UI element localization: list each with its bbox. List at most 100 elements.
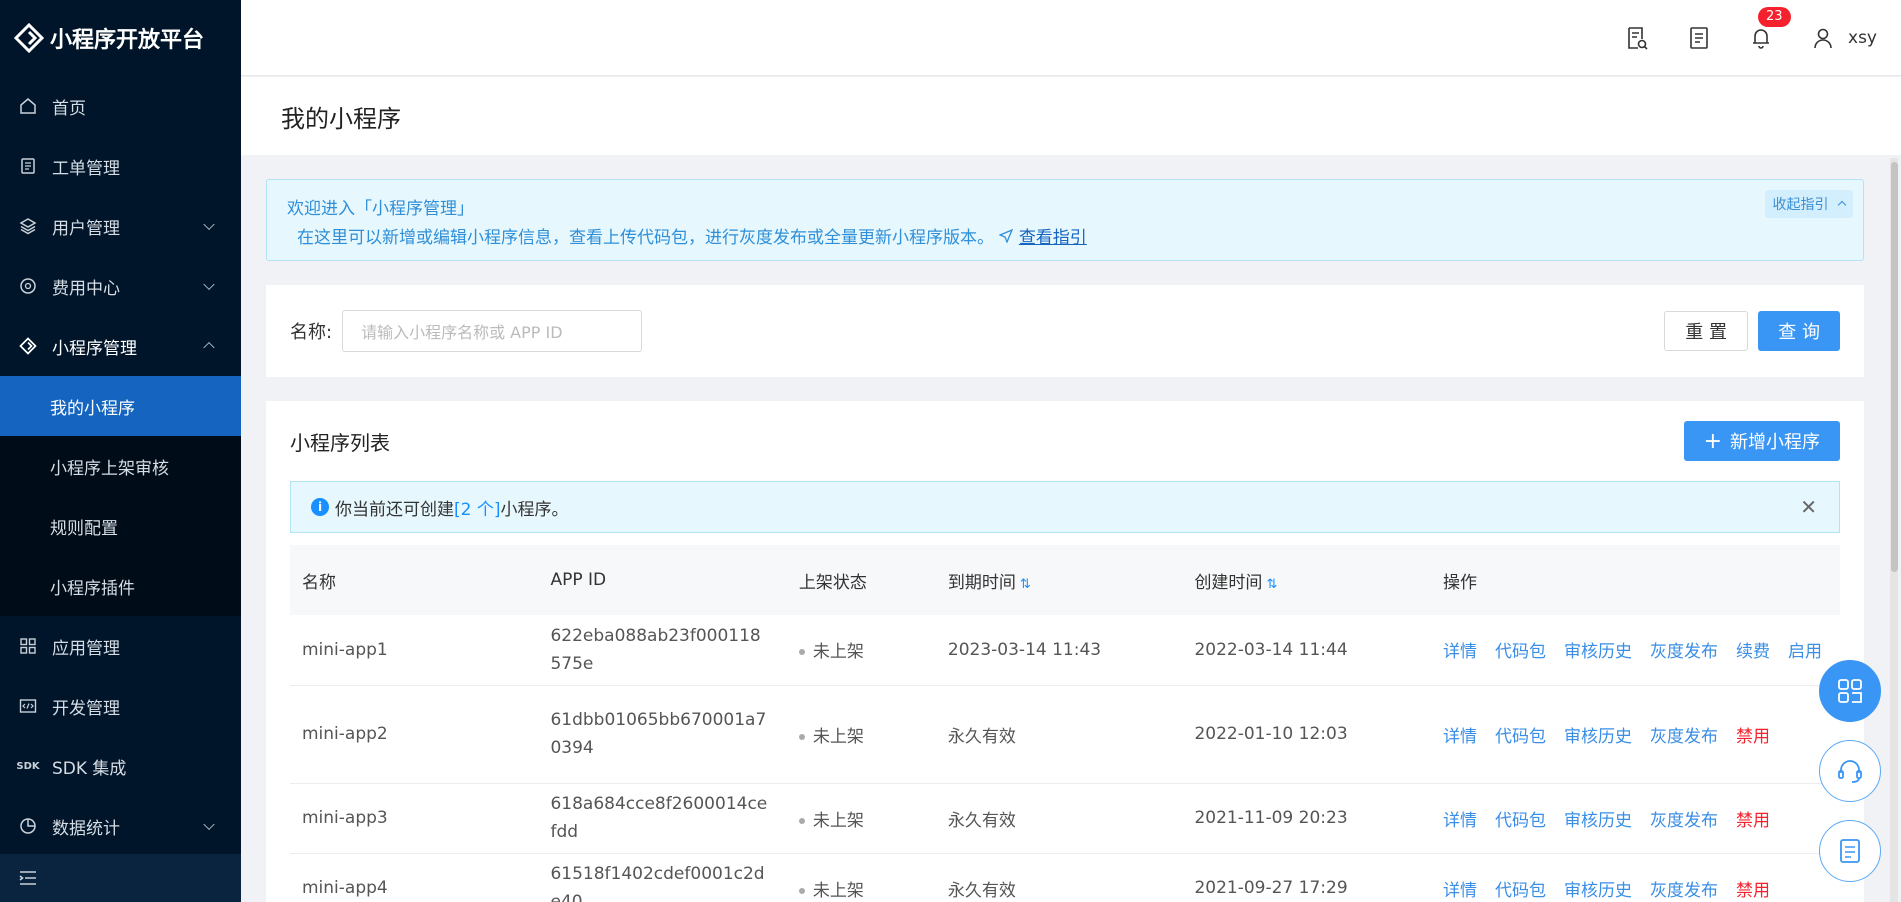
grid-icon — [18, 636, 38, 656]
sidebar-item-apps[interactable]: 应用管理 — [0, 616, 241, 676]
float-doc-button[interactable] — [1819, 820, 1881, 882]
coin-icon — [18, 276, 38, 296]
chevron-up-icon — [1837, 200, 1847, 210]
notice-count: [2 个] — [454, 499, 501, 520]
reset-button[interactable]: 重 置 — [1664, 311, 1748, 351]
status-dot-icon — [798, 649, 805, 656]
action-link[interactable]: 灰度发布 — [1650, 727, 1718, 747]
search-card: 名称: 请输入小程序名称或 APP ID 重 置 查 询 — [266, 285, 1864, 377]
appid-cell: 61dbb01065bb670001a70394 — [538, 685, 787, 784]
sidebar-item-miniapp-manage[interactable]: 小程序管理 — [0, 316, 241, 376]
search-label: 名称: — [290, 322, 333, 343]
float-apps-button[interactable] — [1819, 660, 1881, 722]
search-input[interactable]: 请输入小程序名称或 APP ID — [342, 310, 643, 352]
guide-title: 欢迎进入「小程序管理」 — [287, 199, 474, 219]
sort-icon[interactable]: ⇅ — [1266, 577, 1277, 592]
col-created[interactable]: 创建时间 ⇅ — [1182, 545, 1431, 615]
chevron-down-icon — [203, 218, 215, 231]
action-link[interactable]: 详情 — [1443, 642, 1477, 662]
query-button[interactable]: 查 询 — [1758, 311, 1840, 351]
action-link[interactable]: 禁用 — [1736, 881, 1770, 901]
collapse-guide-label: 收起指引 — [1772, 197, 1829, 213]
action-link[interactable]: 详情 — [1443, 881, 1477, 901]
apps-icon — [1838, 679, 1862, 703]
sidebar-item-label: 费用中心 — [52, 278, 120, 299]
sidebar: 小程序开放平台 首页 工单管理 用户管理 费用中心 小程序管理 我的小程序 小程… — [0, 0, 241, 902]
col-name: 名称 — [290, 545, 539, 615]
sidebar-item-label: 开发管理 — [52, 698, 120, 719]
action-link[interactable]: 灰度发布 — [1650, 881, 1718, 901]
sidebar-item-tickets[interactable]: 工单管理 — [0, 136, 241, 196]
expire-cell: 2023-03-14 11:43 — [935, 615, 1183, 686]
sidebar-collapse-button[interactable] — [0, 854, 241, 902]
list-title: 小程序列表 — [290, 430, 390, 455]
table-row: mini-app3 618a684cce8f2600014cefdd 未上架 永久有效… — [290, 783, 1840, 854]
ticket-icon — [18, 156, 38, 176]
action-link[interactable]: 审核历史 — [1564, 811, 1632, 831]
sidebar-item-dev[interactable]: 开发管理 — [0, 676, 241, 736]
actions-cell: 详情 代码包 审核历史 灰度发布 禁用 — [1431, 685, 1840, 784]
table-row: mini-app1 622eba088ab23f000118575e 未上架 2023… — [290, 615, 1840, 686]
name-cell: mini-app4 — [290, 853, 539, 902]
sidebar-item-label: 我的小程序 — [50, 398, 135, 419]
expire-cell: 永久有效 — [935, 783, 1183, 854]
scrollbar-thumb[interactable] — [1891, 162, 1898, 572]
action-link[interactable]: 代码包 — [1495, 642, 1546, 662]
sidebar-item-plugins[interactable]: 小程序插件 — [0, 556, 241, 616]
sidebar-item-users[interactable]: 用户管理 — [0, 196, 241, 256]
action-link[interactable]: 代码包 — [1495, 727, 1546, 747]
action-link[interactable]: 灰度发布 — [1650, 642, 1718, 662]
expire-cell: 永久有效 — [935, 853, 1183, 902]
code-icon — [18, 696, 38, 716]
sidebar-item-label: SDK 集成 — [52, 758, 127, 779]
action-link[interactable]: 代码包 — [1495, 811, 1546, 831]
expire-cell: 永久有效 — [935, 685, 1183, 784]
document-icon[interactable] — [1686, 25, 1712, 51]
col-actions: 操作 — [1431, 545, 1840, 615]
add-miniapp-button[interactable]: + 新增小程序 — [1683, 421, 1840, 461]
action-link[interactable]: 禁用 — [1736, 811, 1770, 831]
collapse-guide-button[interactable]: 收起指引 — [1764, 190, 1853, 218]
sidebar-item-sdk[interactable]: SDK SDK 集成 — [0, 736, 241, 796]
sidebar-item-billing[interactable]: 费用中心 — [0, 256, 241, 316]
user-icon[interactable] — [1810, 25, 1836, 51]
doc-search-icon[interactable] — [1624, 25, 1650, 51]
action-link[interactable]: 代码包 — [1495, 881, 1546, 901]
bell-icon[interactable]: 23 — [1748, 7, 1791, 51]
user-name[interactable]: xsy — [1848, 28, 1877, 48]
action-link[interactable]: 审核历史 — [1564, 727, 1632, 747]
chevron-down-icon — [203, 278, 215, 291]
sidebar-item-label: 应用管理 — [52, 638, 120, 659]
notice-prefix: 你当前还可创建 — [335, 499, 454, 520]
status-text: 未上架 — [812, 642, 864, 663]
action-link[interactable]: 审核历史 — [1564, 642, 1632, 662]
close-icon[interactable]: ✕ — [1800, 495, 1817, 519]
created-cell: 2021-09-27 17:29 — [1182, 853, 1431, 902]
sidebar-item-rules[interactable]: 规则配置 — [0, 496, 241, 556]
sdk-icon: SDK — [16, 760, 40, 772]
sidebar-item-my-miniapps[interactable]: 我的小程序 — [0, 376, 241, 436]
float-support-button[interactable] — [1819, 740, 1881, 802]
status-cell: 未上架 — [786, 783, 936, 854]
action-link[interactable]: 禁用 — [1736, 727, 1770, 747]
actions-cell: 详情 代码包 审核历史 灰度发布 续费 启用 — [1431, 615, 1840, 686]
action-link[interactable]: 启用 — [1788, 642, 1822, 662]
name-cell: mini-app3 — [290, 783, 539, 854]
sort-icon[interactable]: ⇅ — [1020, 577, 1031, 592]
col-expire[interactable]: 到期时间 ⇅ — [935, 545, 1183, 615]
miniapp-icon — [18, 336, 38, 356]
action-link[interactable]: 详情 — [1443, 811, 1477, 831]
action-link[interactable]: 审核历史 — [1564, 881, 1632, 901]
sidebar-item-miniapp-review[interactable]: 小程序上架审核 — [0, 436, 241, 496]
sidebar-item-home[interactable]: 首页 — [0, 76, 241, 136]
chevron-down-icon — [203, 818, 215, 831]
action-link[interactable]: 续费 — [1736, 642, 1770, 662]
col-expire-label: 到期时间 — [947, 572, 1016, 593]
sidebar-item-stats[interactable]: 数据统计 — [0, 796, 241, 856]
action-link[interactable]: 灰度发布 — [1650, 811, 1718, 831]
sidebar-item-label: 数据统计 — [52, 818, 120, 839]
guide-link[interactable]: 查看指引 — [1019, 228, 1087, 248]
status-cell: 未上架 — [786, 853, 936, 902]
action-link[interactable]: 详情 — [1443, 727, 1477, 747]
app-logo[interactable]: 小程序开放平台 — [0, 0, 241, 76]
